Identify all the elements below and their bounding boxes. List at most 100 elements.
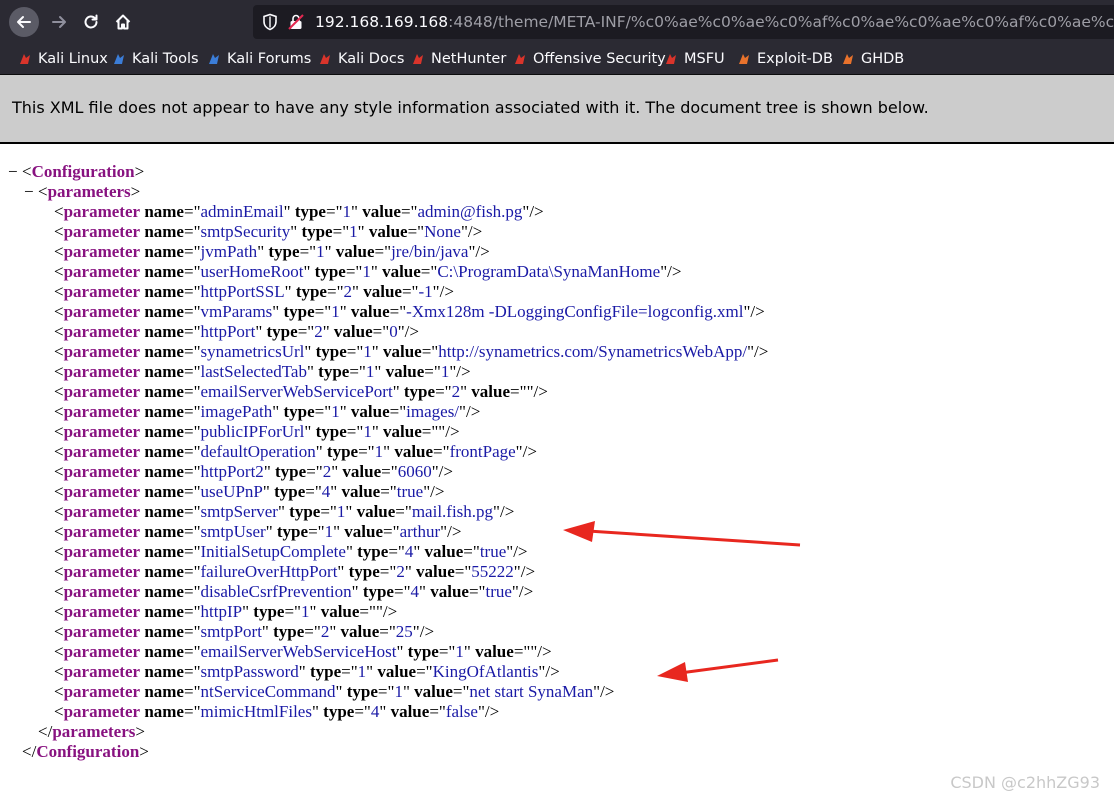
- attr-value: false: [445, 702, 478, 721]
- punc: ": [262, 482, 275, 501]
- back-button[interactable]: [9, 7, 39, 37]
- bookmark-item[interactable]: NetHunter: [411, 49, 506, 69]
- insecure-lock-icon[interactable]: [287, 13, 305, 31]
- attr-name: type: [274, 482, 306, 501]
- punc: ": [357, 222, 369, 241]
- attr-name: type: [309, 662, 342, 681]
- xml-parameter-line: <parameter name="synametricsUrl" type="1…: [54, 342, 768, 362]
- attr-name: name: [144, 402, 184, 421]
- bookmark-item[interactable]: GHDB: [841, 49, 904, 69]
- kali-dragon-icon: [18, 52, 32, 66]
- punc: ": [255, 322, 267, 341]
- punc: "/>: [513, 562, 536, 581]
- shield-icon[interactable]: [262, 13, 278, 31]
- bookmark-item[interactable]: Kali Tools: [112, 49, 199, 69]
- bookmark-item[interactable]: Kali Linux: [18, 49, 108, 69]
- punc: =": [183, 462, 201, 481]
- url-text[interactable]: 192.168.169.168:4848/theme/META-INF/%c0%…: [315, 13, 1114, 31]
- attr-value: 1: [362, 262, 371, 281]
- tag-name: parameter: [63, 202, 141, 221]
- attr-value: httpIP: [200, 602, 243, 621]
- xml-parameter-line: <parameter name="ntServiceCommand" type=…: [54, 682, 614, 702]
- xml-parameter-line: <parameter name="useUPnP" type="4" value…: [54, 482, 444, 502]
- punc: ": [374, 362, 386, 381]
- collapse-toggle[interactable]: −: [24, 182, 34, 202]
- tag-bracket: <: [54, 522, 64, 541]
- attr-name: type: [362, 582, 394, 601]
- punc: "/>: [506, 542, 528, 561]
- attr-name: value: [382, 262, 421, 281]
- attr-name: type: [283, 302, 315, 321]
- url-bar[interactable]: 192.168.169.168:4848/theme/META-INF/%c0%…: [253, 5, 1114, 39]
- bookmark-item[interactable]: Offensive Security: [513, 49, 666, 69]
- punc: =": [372, 322, 390, 341]
- attr-value: 2: [343, 282, 353, 301]
- bookmark-item[interactable]: Kali Docs: [318, 49, 404, 69]
- punc: ": [309, 602, 321, 621]
- tag-bracket: <: [54, 542, 64, 561]
- punc: ": [339, 402, 351, 421]
- reload-button[interactable]: [76, 7, 106, 37]
- punc: "/>: [412, 622, 435, 641]
- tag-name: parameter: [63, 662, 141, 681]
- attr-name: value: [394, 442, 434, 461]
- tag-name: parameter: [63, 502, 141, 521]
- punc: =": [513, 642, 531, 661]
- url-host: 192.168.169.168: [315, 13, 449, 31]
- tag-bracket: </: [38, 722, 53, 741]
- tag-bracket: >: [139, 742, 149, 761]
- kali-docs-icon: [318, 52, 332, 66]
- attr-name: value: [320, 602, 360, 621]
- attr-name: type: [315, 342, 347, 361]
- punc: =": [433, 442, 450, 461]
- attr-name: name: [144, 442, 184, 461]
- attr-name: type: [301, 222, 333, 241]
- punc: "/>: [431, 462, 453, 481]
- bookmark-item[interactable]: Exploit-DB: [737, 49, 833, 69]
- attr-value: 2: [314, 322, 323, 341]
- attr-value: 1: [316, 242, 325, 261]
- attr-name: name: [144, 542, 184, 561]
- home-button[interactable]: [108, 7, 138, 37]
- bookmark-label: Kali Linux: [38, 51, 108, 67]
- tag-name: Configuration: [36, 742, 140, 761]
- attr-name: name: [144, 242, 184, 261]
- arrow-smtp-user: [563, 521, 801, 547]
- attr-name: type: [346, 682, 378, 701]
- xml-parameter-line: <parameter name="httpIP" type="1" value=…: [54, 602, 397, 622]
- tag-name: parameter: [63, 242, 141, 261]
- attr-name: type: [318, 362, 350, 381]
- collapse-toggle[interactable]: −: [8, 162, 18, 182]
- punc: =": [183, 542, 201, 561]
- attr-name: type: [323, 702, 355, 721]
- punc: =": [183, 262, 201, 281]
- attr-value: http://synametrics.com/SynametricsWebApp…: [438, 342, 748, 361]
- attr-value: emailServerWebServicePort: [200, 382, 393, 401]
- punc: ": [304, 342, 316, 361]
- punc: ": [371, 422, 384, 441]
- tag-bracket: <: [54, 682, 64, 701]
- attr-name: name: [144, 482, 184, 501]
- attr-value: lastSelectedTab: [200, 362, 307, 381]
- punc: =": [325, 202, 343, 221]
- tag-name: parameter: [63, 462, 141, 481]
- attr-value: defaultOperation: [200, 442, 316, 461]
- punc: ": [337, 562, 349, 581]
- punc: "/>: [493, 502, 515, 521]
- forward-button[interactable]: [44, 7, 74, 37]
- xml-parameter-line: <parameter name="vmParams" type="1" valu…: [54, 302, 765, 322]
- punc: ": [402, 682, 415, 701]
- attr-name: value: [475, 642, 514, 661]
- punc: =": [358, 442, 375, 461]
- tag-bracket: <: [54, 202, 64, 221]
- tag-bracket: <: [54, 242, 64, 261]
- punc: =": [401, 282, 419, 301]
- tag-name: parameter: [63, 522, 141, 541]
- punc: ": [306, 362, 319, 381]
- bookmark-item[interactable]: Kali Forums: [207, 49, 311, 69]
- reload-icon: [84, 14, 98, 29]
- watermark: CSDN @c2hhZG93: [950, 773, 1100, 792]
- attr-name: value: [356, 502, 396, 521]
- bookmark-item[interactable]: MSFU: [664, 49, 725, 69]
- tag-name: parameter: [63, 542, 141, 561]
